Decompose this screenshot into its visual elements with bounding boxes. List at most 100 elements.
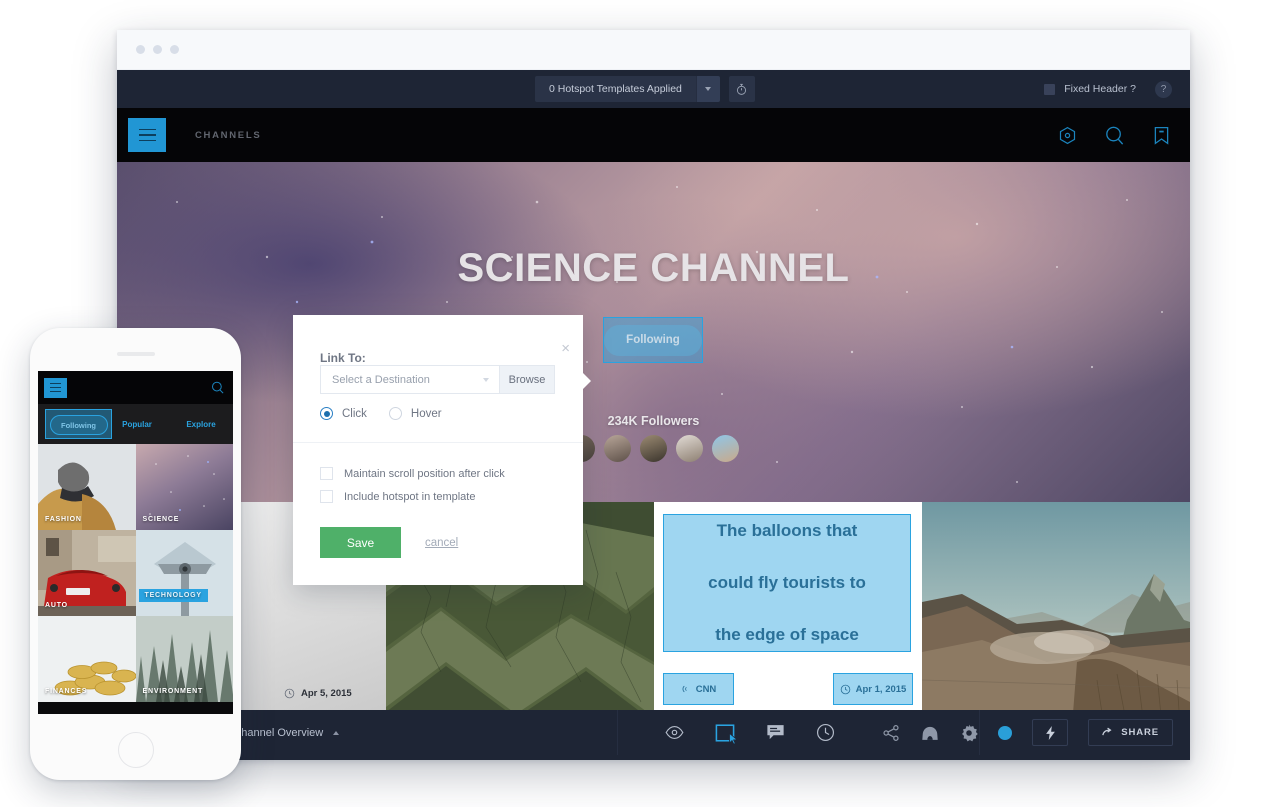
- stopwatch-button[interactable]: [728, 76, 755, 102]
- avatar[interactable]: [676, 435, 703, 462]
- modal-divider: [293, 442, 583, 443]
- share-button[interactable]: SHARE: [1088, 719, 1173, 746]
- following-button[interactable]: Following: [604, 324, 702, 356]
- avatar[interactable]: [712, 435, 739, 462]
- checkbox-maintain-scroll-label: Maintain scroll position after click: [344, 467, 505, 480]
- hotspot-templates-field[interactable]: 0 Hotspot Templates Applied: [535, 76, 696, 102]
- phone-tab-popular[interactable]: Popular: [105, 420, 169, 429]
- history-icon[interactable]: [816, 723, 835, 742]
- technology-photo: [135, 530, 233, 616]
- clock-icon: [840, 684, 850, 694]
- trigger-option-click[interactable]: Click: [320, 407, 367, 420]
- checkbox-include-hotspot[interactable]: Include hotspot in template: [320, 490, 505, 503]
- clock-icon: [284, 688, 295, 699]
- trigger-option-hover[interactable]: Hover: [388, 407, 442, 420]
- modal-actions: Save cancel: [320, 527, 458, 558]
- card-mars-date: Apr 5, 2015: [301, 688, 352, 699]
- editor-right-tools: SHARE: [882, 719, 1173, 746]
- hotspot-templates-group: 0 Hotspot Templates Applied: [535, 76, 755, 102]
- card-balloons-source: CNN: [695, 683, 717, 695]
- phone-screen: Following Popular Explore FASHION SCIENC…: [38, 371, 233, 714]
- card-balloons-title-hotspot[interactable]: The balloons that could fly tourists to …: [663, 514, 911, 652]
- cloud-icon[interactable]: [920, 725, 940, 741]
- record-dot-icon[interactable]: [998, 725, 1013, 740]
- phone-cell-technology[interactable]: TECHNOLOGY: [135, 530, 233, 616]
- follower-avatars: [117, 435, 1190, 462]
- browser-titlebar: [117, 30, 1190, 70]
- window-minimize-dot[interactable]: [153, 45, 162, 54]
- window-maximize-dot[interactable]: [170, 45, 179, 54]
- gear-icon[interactable]: [960, 724, 979, 742]
- checkbox-box[interactable]: [320, 467, 333, 480]
- help-button[interactable]: ?: [1155, 80, 1172, 98]
- phone-label-environment: ENVIRONMENT: [142, 688, 204, 695]
- site-canvas: CHANNELS SCIENCE CHANNEL Following 234K …: [117, 108, 1190, 755]
- phone-cell-fashion[interactable]: FASHION: [38, 444, 136, 530]
- hotspot-templates-dropdown[interactable]: [695, 76, 720, 102]
- checkbox-maintain-scroll[interactable]: Maintain scroll position after click: [320, 467, 505, 480]
- card-balloons-date-hotspot[interactable]: Apr 1, 2015: [833, 673, 913, 705]
- card-balloons-article[interactable]: The balloons that could fly tourists to …: [654, 502, 922, 721]
- card-balloons-title: The balloons that could fly tourists to …: [708, 518, 866, 648]
- card-balloons-title-line1: The balloons that: [716, 521, 858, 540]
- link-to-modal: × Link To: Select a Destination Browse C…: [293, 315, 591, 585]
- share-nodes-icon[interactable]: [882, 724, 900, 742]
- phone-cell-finances[interactable]: FINANCES: [38, 616, 136, 702]
- eye-icon[interactable]: [665, 723, 684, 742]
- destination-select[interactable]: Select a Destination: [320, 365, 500, 394]
- destination-row: Select a Destination Browse: [320, 365, 555, 394]
- checkbox-box[interactable]: [320, 490, 333, 503]
- avatar[interactable]: [640, 435, 667, 462]
- fixed-header-label: Fixed Header ?: [1064, 83, 1136, 95]
- phone-label-science: SCIENCE: [142, 516, 180, 523]
- aperture-icon[interactable]: [1057, 125, 1078, 146]
- phone-navbar: [38, 371, 233, 404]
- fixed-header-checkbox[interactable]: [1044, 83, 1056, 95]
- cancel-button[interactable]: cancel: [425, 537, 458, 549]
- window-close-dot[interactable]: [136, 45, 145, 54]
- phone-cell-auto[interactable]: AUTO: [38, 530, 136, 616]
- avatar[interactable]: [604, 435, 631, 462]
- phone-tab-following[interactable]: Following: [49, 415, 108, 435]
- phone-tabs: Following Popular Explore: [38, 404, 233, 444]
- phone-label-finances: FINANCES: [45, 688, 88, 695]
- phone-tab-following-hotspot[interactable]: Following: [45, 409, 112, 439]
- phone-home-button[interactable]: [117, 732, 154, 768]
- follow-button-hotspot[interactable]: Following: [603, 317, 703, 363]
- comment-icon[interactable]: [766, 724, 785, 741]
- share-button-label: SHARE: [1121, 727, 1159, 738]
- phone-category-grid: FASHION SCIENCE AUTO TECHNOLOGY FINANCES…: [38, 444, 233, 702]
- close-icon[interactable]: ×: [561, 341, 570, 356]
- breadcrumb-label[interactable]: Channel Overview: [233, 727, 323, 739]
- trigger-option-hover-label: Hover: [410, 407, 442, 420]
- editor-bottom-bar: › Channel Overview: [117, 710, 1190, 755]
- card-balloons-source-hotspot[interactable]: CNN: [663, 673, 734, 705]
- card-mars-date-row: Apr 5, 2015: [284, 688, 352, 699]
- radio-hover[interactable]: [388, 407, 402, 420]
- save-button[interactable]: Save: [320, 527, 401, 558]
- phone-mockup: Following Popular Explore FASHION SCIENC…: [30, 328, 241, 780]
- volcano-art: [922, 502, 1190, 726]
- bookmark-icon[interactable]: [1151, 125, 1172, 146]
- radio-click[interactable]: [320, 407, 333, 420]
- phone-cell-environment[interactable]: ENVIRONMENT: [135, 616, 233, 702]
- phone-top: [30, 328, 241, 375]
- phone-tab-explore[interactable]: Explore: [169, 420, 233, 429]
- site-nav-icons: [1057, 124, 1172, 147]
- checkbox-include-hotspot-label: Include hotspot in template: [344, 490, 476, 503]
- breadcrumb-caret-icon[interactable]: [333, 730, 340, 735]
- hotspot-tool-wrap[interactable]: [715, 723, 738, 745]
- lightning-button[interactable]: [1032, 719, 1069, 746]
- phone-cell-science[interactable]: SCIENCE: [135, 444, 233, 530]
- phone-label-technology: TECHNOLOGY: [138, 589, 208, 602]
- modal-heading: Link To:: [320, 351, 366, 365]
- hamburger-icon[interactable]: [44, 377, 67, 398]
- photo-volcano: [922, 502, 1190, 726]
- hamburger-icon[interactable]: [128, 118, 166, 152]
- search-icon[interactable]: [210, 380, 225, 395]
- search-icon[interactable]: [1103, 124, 1126, 147]
- page-title: SCIENCE CHANNEL: [457, 246, 850, 290]
- browse-button[interactable]: Browse: [500, 365, 555, 394]
- stopwatch-icon: [737, 83, 747, 95]
- modal-checkbox-group: Maintain scroll position after click Inc…: [320, 467, 505, 513]
